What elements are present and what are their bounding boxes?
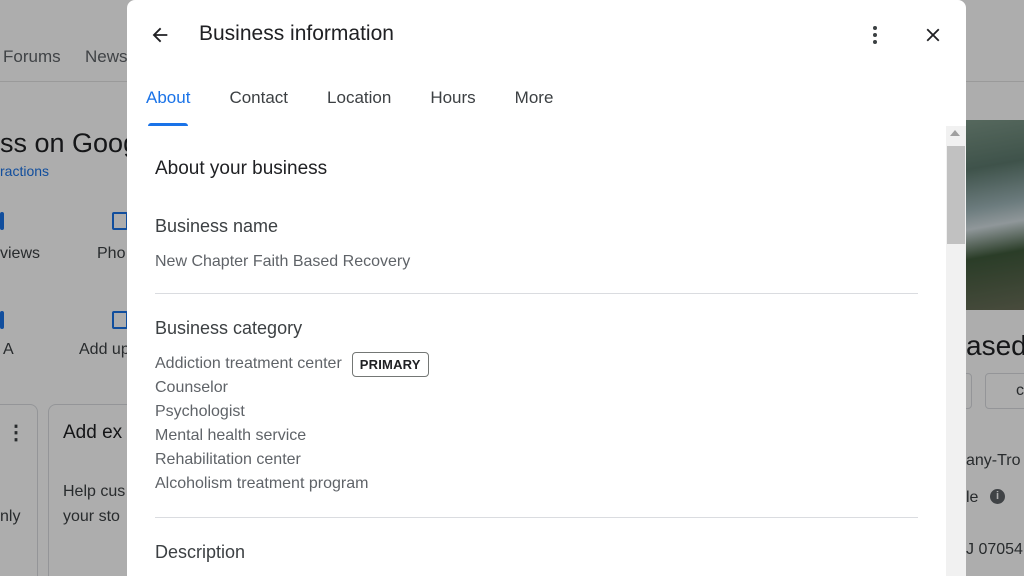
business-name-value[interactable]: New Chapter Faith Based Recovery (155, 253, 410, 271)
dialog-title: Business information (199, 22, 394, 45)
dialog-header: Business information (127, 0, 966, 70)
section-heading: About your business (155, 158, 328, 179)
category-name: Addiction treatment center (155, 355, 342, 372)
category-item: Psychologist (155, 400, 429, 424)
category-name: Counselor (155, 379, 228, 396)
primary-badge: PRIMARY (351, 351, 429, 377)
category-name: Psychologist (155, 403, 245, 420)
category-item: Mental health service (155, 424, 429, 448)
tab-location[interactable]: Location (327, 72, 391, 126)
category-item: Rehabilitation center (155, 448, 429, 472)
category-name: Alcoholism treatment program (155, 475, 369, 492)
business-name-label[interactable]: Business name (155, 216, 278, 237)
divider (155, 517, 918, 518)
description-label[interactable]: Description (155, 542, 245, 563)
category-name: Mental health service (155, 427, 307, 444)
close-icon (926, 28, 940, 42)
business-information-dialog: Business information About Contact Locat… (127, 0, 966, 576)
tab-more[interactable]: More (515, 72, 554, 126)
business-category-label[interactable]: Business category (155, 318, 302, 339)
tab-contact[interactable]: Contact (229, 72, 288, 126)
tab-hours[interactable]: Hours (430, 72, 475, 126)
back-button[interactable] (145, 20, 175, 50)
category-item: Addiction treatment center PRIMARY (155, 351, 429, 377)
arrow-left-icon (152, 27, 168, 43)
more-options-button[interactable] (861, 20, 889, 50)
dialog-content: About your business Business name New Ch… (127, 126, 966, 576)
category-list[interactable]: Addiction treatment center PRIMARY Couns… (155, 351, 429, 496)
tab-bar: About Contact Location Hours More (127, 72, 966, 126)
category-item: Counselor (155, 376, 429, 400)
close-button[interactable] (918, 20, 948, 50)
category-name: Rehabilitation center (155, 451, 301, 468)
divider (155, 293, 918, 294)
tab-about[interactable]: About (146, 72, 190, 126)
scroll-up-arrow-icon[interactable] (950, 130, 960, 136)
more-vert-icon (873, 26, 877, 44)
scroll-thumb[interactable] (947, 146, 965, 244)
scrollbar[interactable] (946, 126, 966, 576)
category-item: Alcoholism treatment program (155, 472, 429, 496)
